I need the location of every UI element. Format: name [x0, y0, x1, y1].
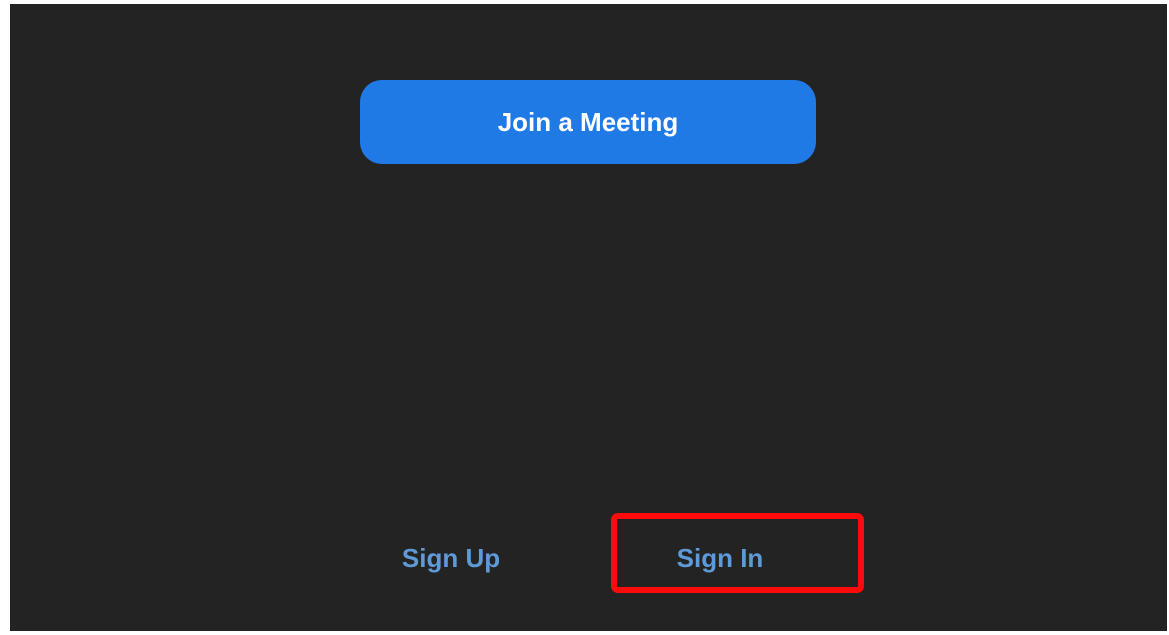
sign-in-link[interactable]: Sign In: [655, 538, 785, 578]
app-window: Join a Meeting Sign Up Sign In: [10, 4, 1167, 631]
join-meeting-button[interactable]: Join a Meeting: [360, 80, 816, 164]
sign-up-link[interactable]: Sign Up: [386, 538, 516, 578]
